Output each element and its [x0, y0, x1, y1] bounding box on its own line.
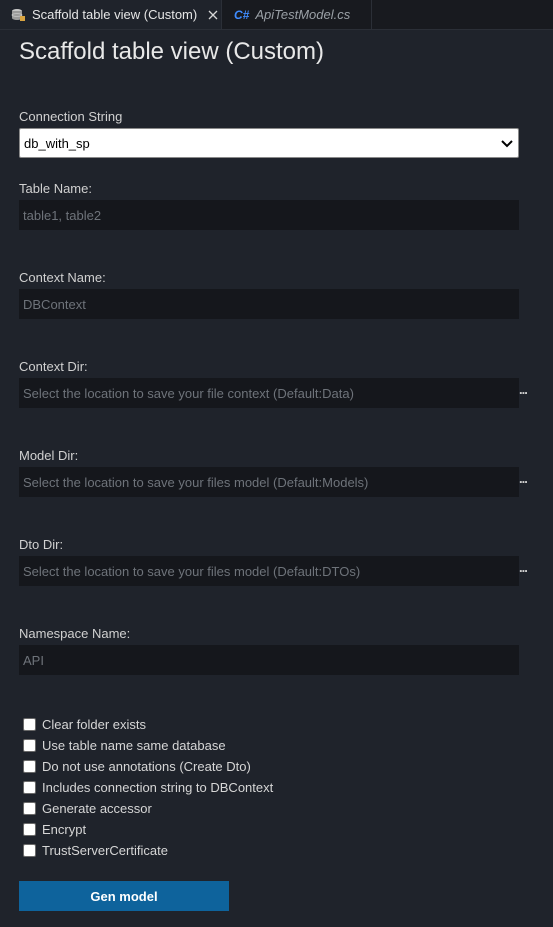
tab-scaffold-table-view[interactable]: Scaffold table view (Custom)	[0, 0, 222, 29]
checkbox-row-use-table-name[interactable]: Use table name same database	[23, 738, 226, 753]
use-table-name-checkbox[interactable]	[23, 739, 36, 752]
dto-dir-input[interactable]: Select the location to save your files m…	[19, 556, 519, 586]
checkbox-label: Includes connection string to DBContext	[42, 780, 274, 795]
connection-string-select[interactable]: db_with_sp	[19, 128, 519, 158]
checkbox-row-include-connection[interactable]: Includes connection string to DBContext	[23, 780, 273, 795]
checkbox-row-generate-accessor[interactable]: Generate accessor	[23, 801, 152, 816]
tab-label: ApiTestModel.cs	[255, 7, 351, 22]
checkbox-label: Do not use annotations (Create Dto)	[42, 759, 251, 774]
model-dir-browse-button[interactable]: ...	[519, 472, 529, 485]
dto-dir-label: Dto Dir:	[19, 537, 64, 552]
model-dir-label: Model Dir:	[19, 448, 79, 463]
connection-string-value: db_with_sp	[24, 135, 90, 151]
checkbox-row-clear-folder[interactable]: Clear folder exists	[23, 717, 146, 732]
checkbox-label: Generate accessor	[42, 801, 152, 816]
context-dir-browse-button[interactable]: ...	[519, 383, 529, 396]
context-dir-input[interactable]: Select the location to save your file co…	[19, 378, 519, 408]
table-name-label: Table Name:	[19, 181, 92, 196]
connection-string-label: Connection String	[19, 109, 123, 124]
database-icon	[10, 7, 26, 23]
namespace-name-label: Namespace Name:	[19, 626, 131, 641]
close-icon[interactable]	[205, 7, 221, 23]
tab-bar: Scaffold table view (Custom) C# ApiTestM…	[0, 0, 553, 30]
table-name-input[interactable]: table1, table2	[19, 200, 519, 230]
model-dir-input[interactable]: Select the location to save your files m…	[19, 467, 519, 497]
gen-model-button[interactable]: Gen model	[19, 881, 229, 911]
trust-server-certificate-checkbox[interactable]	[23, 844, 36, 857]
page-title: Scaffold table view (Custom)	[19, 38, 325, 65]
context-name-label: Context Name:	[19, 270, 106, 285]
encrypt-checkbox[interactable]	[23, 823, 36, 836]
context-dir-label: Context Dir:	[19, 359, 88, 374]
checkbox-row-no-annotations[interactable]: Do not use annotations (Create Dto)	[23, 759, 251, 774]
clear-folder-checkbox[interactable]	[23, 718, 36, 731]
no-annotations-checkbox[interactable]	[23, 760, 36, 773]
checkbox-label: Use table name same database	[42, 738, 226, 753]
checkbox-label: Encrypt	[42, 822, 87, 837]
context-name-input[interactable]: DBContext	[19, 289, 519, 319]
tab-label: Scaffold table view (Custom)	[32, 7, 198, 22]
dto-dir-browse-button[interactable]: ...	[519, 561, 529, 574]
chevron-down-icon	[500, 136, 514, 150]
generate-accessor-checkbox[interactable]	[23, 802, 36, 815]
csharp-file-icon: C#	[234, 7, 250, 22]
checkbox-label: Clear folder exists	[42, 717, 147, 732]
checkbox-label: TrustServerCertificate	[42, 843, 168, 858]
include-connection-checkbox[interactable]	[23, 781, 36, 794]
checkbox-row-trust-server-cert[interactable]: TrustServerCertificate	[23, 843, 168, 858]
namespace-name-input[interactable]: API	[19, 645, 519, 675]
tab-api-test-model[interactable]: C# ApiTestModel.cs	[222, 0, 372, 29]
checkbox-row-encrypt[interactable]: Encrypt	[23, 822, 86, 837]
